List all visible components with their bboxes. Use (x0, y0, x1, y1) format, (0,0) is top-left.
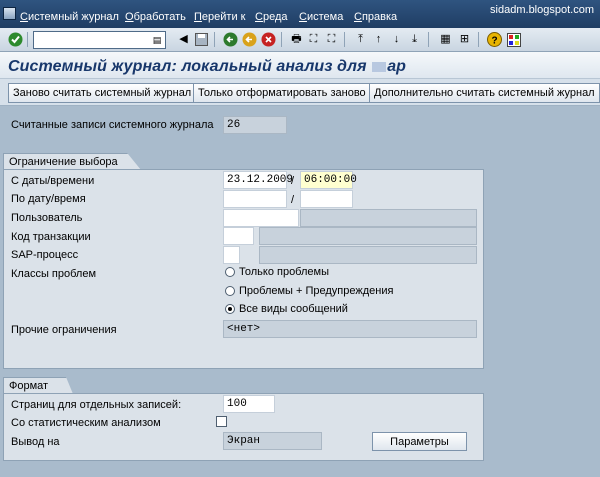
back-icon[interactable] (222, 31, 239, 48)
entries-read-value: 26 (223, 116, 287, 134)
parameters-button[interactable]: Параметры (372, 432, 467, 451)
output-label: Вывод на (11, 436, 60, 448)
find-next-icon[interactable]: ⛶ (323, 31, 340, 48)
to-datetime-label: По дату/время (11, 193, 86, 205)
next-page-icon[interactable]: ↓ (388, 31, 405, 48)
radio-only-problems[interactable]: Только проблемы (225, 266, 329, 278)
statistics-label: Со статистическим анализом (11, 417, 161, 429)
svg-text:?: ? (492, 36, 498, 47)
user-description (300, 209, 477, 227)
to-slash: / (291, 194, 295, 206)
sap-process-description (259, 246, 477, 264)
radio-dot (225, 286, 235, 296)
customize-icon[interactable] (505, 31, 522, 48)
system-menu-icon[interactable] (3, 7, 16, 20)
help-icon[interactable]: ? (486, 31, 503, 48)
tcode-label: Код транзакции (11, 231, 91, 243)
prev-page-icon[interactable]: ↑ (370, 31, 387, 48)
tcode-description (259, 227, 477, 245)
from-slash: / (291, 175, 295, 187)
menu-environment[interactable]: Среда (255, 11, 287, 23)
exit-icon[interactable] (241, 31, 258, 48)
save-icon[interactable] (193, 31, 210, 48)
redacted-block (372, 61, 387, 72)
user-label: Пользователь (11, 212, 83, 224)
reread-syslog-button[interactable]: Заново считать системный журнал (8, 83, 197, 103)
shortcut-icon[interactable]: ⊞ (456, 31, 473, 48)
menu-system[interactable]: Система (299, 11, 343, 23)
menu-syslog[interactable]: Системный журнал (20, 11, 119, 23)
collapse-icon[interactable]: ◀ (175, 31, 192, 48)
standard-toolbar: ▤ ◀ 🖶 ⛶ ⛶ ⤒ ↑ ↓ ⤓ ▦ ⊞ ? (0, 28, 600, 52)
create-session-icon[interactable]: ▦ (437, 31, 454, 48)
page-title: Системный журнал: локальный анализ для а… (8, 58, 407, 75)
application-toolbar: Заново считать системный журнал Только о… (0, 79, 600, 106)
selection-group-tab: Ограничение выбора (3, 153, 141, 170)
find-icon[interactable]: ⛶ (305, 31, 322, 48)
problem-classes-label: Классы проблем (11, 268, 97, 280)
command-field-dropdown-icon[interactable]: ▤ (150, 32, 164, 48)
radio-all-messages[interactable]: Все виды сообщений (225, 303, 348, 315)
radio-dot-selected (225, 304, 235, 314)
user-input[interactable] (223, 209, 299, 227)
cancel-icon[interactable] (260, 31, 277, 48)
menu-goto[interactable]: Перейти к (194, 11, 245, 23)
title-bar: Системный журнал: локальный анализ для а… (0, 52, 600, 79)
print-icon[interactable]: 🖶 (288, 31, 305, 48)
tcode-input[interactable] (223, 227, 254, 245)
enter-icon[interactable] (7, 31, 24, 48)
reformat-button[interactable]: Только отформатировать заново (193, 83, 371, 103)
command-field[interactable] (33, 31, 166, 49)
to-date-input[interactable] (223, 190, 287, 208)
last-page-icon[interactable]: ⤓ (406, 31, 423, 48)
other-restrictions-label: Прочие ограничения (11, 324, 117, 336)
pages-label: Страниц для отдельных записей: (11, 399, 182, 411)
sap-process-input[interactable] (223, 246, 240, 264)
radio-problems-warnings[interactable]: Проблемы + Предупреждения (225, 285, 393, 297)
watermark-text: sidadm.blogspot.com (490, 4, 594, 16)
radio-dot (225, 267, 235, 277)
to-time-input[interactable] (300, 190, 353, 208)
from-datetime-label: С даты/времени (11, 175, 95, 187)
menu-bar: Системный журнал Обработать Перейти к Ср… (0, 0, 600, 28)
from-time-input[interactable]: 06:00:00 (300, 171, 357, 189)
pages-input[interactable]: 100 (223, 395, 275, 413)
read-more-button[interactable]: Дополнительно считать системный журнал (369, 83, 600, 103)
output-value[interactable]: Экран (223, 432, 322, 450)
entries-read-label: Считанные записи системного журнала (11, 119, 214, 131)
format-group-tab: Формат (3, 377, 73, 394)
menu-help[interactable]: Справка (354, 11, 397, 23)
statistics-checkbox[interactable] (216, 416, 227, 427)
sap-process-label: SAP-процесс (11, 249, 79, 261)
first-page-icon[interactable]: ⤒ (352, 31, 369, 48)
from-date-input[interactable]: 23.12.2009 (223, 171, 293, 189)
menu-edit[interactable]: Обработать (125, 11, 186, 23)
other-restrictions-value[interactable]: <нет> (223, 320, 477, 338)
